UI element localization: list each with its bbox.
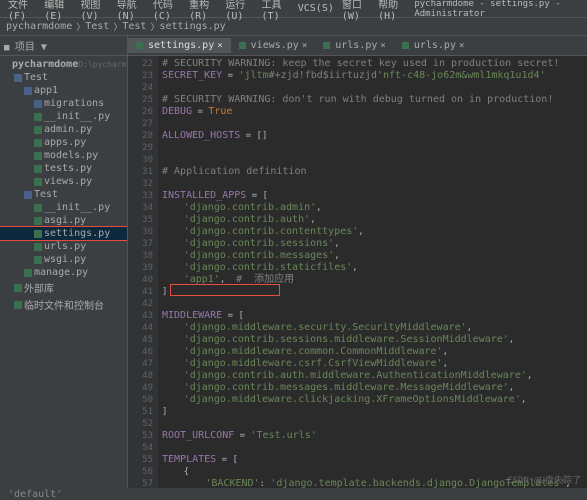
tree-item[interactable]: asgi.py <box>0 214 127 227</box>
menu-file[interactable]: 文件(F) <box>4 0 40 22</box>
tree-item[interactable]: Test <box>0 71 127 84</box>
tree-item[interactable]: admin.py <box>0 123 127 136</box>
tree-item[interactable]: migrations <box>0 97 127 110</box>
tree-item[interactable]: settings.py <box>0 227 127 240</box>
folder-icon <box>24 191 32 199</box>
folder-icon <box>24 87 32 95</box>
tree-item[interactable]: app1 <box>0 84 127 97</box>
tab-urls2[interactable]: urls.py × <box>394 38 473 53</box>
project-tree: pycharmdome D:\pycharmdomeTestapp1migrat… <box>0 56 127 315</box>
bc-item[interactable]: Test <box>85 21 109 32</box>
bc-item[interactable]: pycharmdome <box>6 21 72 32</box>
status-bar: 'default' <box>0 488 587 500</box>
bc-item[interactable]: Test <box>122 21 146 32</box>
tree-item[interactable]: urls.py <box>0 240 127 253</box>
menu-edit[interactable]: 编辑(E) <box>40 0 76 22</box>
python-icon <box>34 139 42 147</box>
tree-item[interactable]: tests.py <box>0 162 127 175</box>
tree-root[interactable]: pycharmdome D:\pycharmdome <box>0 58 127 71</box>
watermark: CSDN @U盘失踪了 <box>507 473 581 486</box>
python-icon <box>24 269 32 277</box>
python-icon <box>14 301 22 309</box>
python-icon <box>323 42 330 49</box>
menu-view[interactable]: 视图(V) <box>76 0 112 22</box>
python-icon <box>34 126 42 134</box>
python-icon <box>34 217 42 225</box>
tree-item[interactable]: manage.py <box>0 266 127 279</box>
python-icon <box>34 178 42 186</box>
sidebar-header[interactable]: ■ 项目 ▼ <box>0 36 127 56</box>
highlight-box <box>170 284 280 296</box>
tree-item[interactable]: 外部库 <box>0 279 127 296</box>
menu-bar: 文件(F) 编辑(E) 视图(V) 导航(N) 代码(C) 重构(R) 运行(U… <box>0 0 587 18</box>
tree-item[interactable]: views.py <box>0 175 127 188</box>
menu-window[interactable]: 窗口(W) <box>338 0 374 22</box>
project-sidebar: ■ 项目 ▼ pycharmdome D:\pycharmdomeTestapp… <box>0 36 128 488</box>
tab-views[interactable]: views.py × <box>231 38 316 53</box>
python-icon <box>34 113 42 121</box>
menu-help[interactable]: 帮助(H) <box>374 0 410 22</box>
footer-left: 'default' <box>8 489 62 500</box>
python-icon <box>136 42 143 49</box>
tab-settings[interactable]: settings.py × <box>128 38 231 53</box>
menu-refactor[interactable]: 重构(R) <box>185 0 221 22</box>
python-icon <box>14 284 22 292</box>
folder-icon <box>34 100 42 108</box>
menu-nav[interactable]: 导航(N) <box>113 0 149 22</box>
python-icon <box>34 165 42 173</box>
tree-item[interactable]: wsgi.py <box>0 253 127 266</box>
editor-area: settings.py × views.py × urls.py × urls.… <box>128 36 587 488</box>
python-icon <box>402 42 409 49</box>
python-icon <box>34 152 42 160</box>
tree-item[interactable]: apps.py <box>0 136 127 149</box>
code-editor[interactable]: # SECURITY WARNING: keep the secret key … <box>158 56 587 488</box>
window-title: pycharmdome - settings.py - Administrato… <box>410 0 583 19</box>
folder-icon <box>14 74 22 82</box>
line-numbers: 22 23 24 25 26 27 28 29 30 31 32 33 34 3… <box>128 56 158 488</box>
python-icon <box>34 204 42 212</box>
python-icon <box>34 256 42 264</box>
tree-item[interactable]: models.py <box>0 149 127 162</box>
tree-item[interactable]: __init__.py <box>0 201 127 214</box>
python-icon <box>34 243 42 251</box>
tree-item[interactable]: __init__.py <box>0 110 127 123</box>
editor-tabs: settings.py × views.py × urls.py × urls.… <box>128 36 587 56</box>
menu-code[interactable]: 代码(C) <box>149 0 185 22</box>
menu-run[interactable]: 运行(U) <box>221 0 257 22</box>
menu-tools[interactable]: 工具(T) <box>258 0 294 22</box>
menu-vcs[interactable]: VCS(S) <box>294 3 338 14</box>
tab-urls[interactable]: urls.py × <box>315 38 394 53</box>
python-icon <box>34 230 42 238</box>
tree-item[interactable]: Test <box>0 188 127 201</box>
python-icon <box>239 42 246 49</box>
tree-item[interactable]: 临时文件和控制台 <box>0 296 127 313</box>
bc-item[interactable]: settings.py <box>159 21 225 32</box>
